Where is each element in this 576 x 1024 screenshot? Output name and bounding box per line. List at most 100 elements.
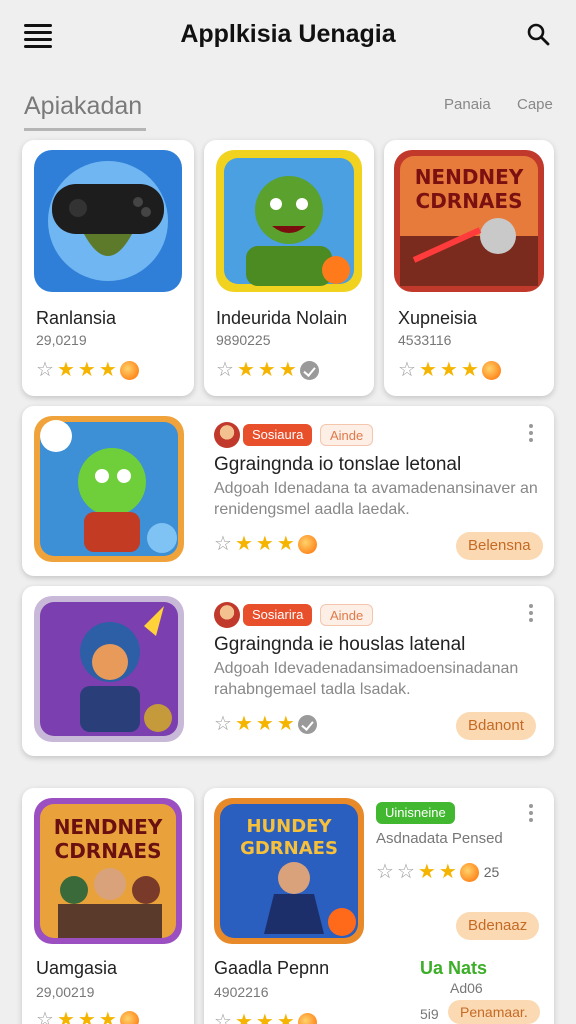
category-chip[interactable]: Sosiaura [243, 424, 313, 446]
star-icon: ★ [276, 533, 295, 555]
detail-number: 5i9 [420, 1006, 439, 1022]
game-count: 4533116 [398, 332, 452, 348]
star-icon: ★ [234, 713, 253, 735]
search-icon[interactable] [526, 22, 552, 48]
game-card-gaadla[interactable]: HUNDEY GDRNAES Uinisneine Asdnadata Pens… [204, 788, 554, 1024]
star-icon: ★ [438, 861, 457, 883]
game-card-xupneisia[interactable]: NENDNEY CDRNAES Xupneisia 4533116 ☆ ★ ★ ★ [384, 140, 554, 396]
star-empty-icon: ☆ [214, 713, 232, 735]
tab-panaia[interactable]: Panaia [444, 96, 491, 113]
tag-chip[interactable]: Ainde [320, 604, 374, 626]
tab-cape[interactable]: Cape [517, 96, 553, 113]
feature-description-line: Adgoah Idevadenadansimadoensinadanan [214, 660, 519, 677]
star-icon: ★ [276, 1011, 295, 1024]
game-thumbnail: HUNDEY GDRNAES [214, 798, 364, 944]
game-name: Xupneisia [398, 308, 478, 328]
fire-badge-icon [459, 862, 479, 882]
game-count: 29,00219 [36, 984, 95, 1000]
tag-chip[interactable]: Ainde [320, 424, 374, 446]
star-icon: ★ [56, 359, 75, 381]
thumbnail-title: NENDNEY [415, 165, 524, 189]
rating-stars: ☆ ★ ★ ★ [36, 360, 139, 380]
rating-stars: ☆ ★ ★ ★ [214, 534, 317, 554]
status-chip[interactable]: Uinisneine [376, 802, 455, 824]
fire-badge-icon [297, 1012, 317, 1024]
publisher-avatar [214, 602, 240, 628]
star-icon: ★ [255, 533, 274, 555]
game-card-ranlansia[interactable]: Ranlansia 29,0219 ☆ ★ ★ ★ [22, 140, 194, 396]
game-thumbnail [34, 416, 184, 562]
game-name: Ranlansia [36, 308, 117, 328]
game-card-indeurida[interactable]: Indeurida Nolain 9890225 ☆ ★ ★ ★ [204, 140, 374, 396]
star-empty-icon: ☆ [214, 1011, 232, 1024]
more-options-icon[interactable] [526, 424, 536, 446]
game-count: 9890225 [216, 332, 271, 348]
star-empty-icon: ☆ [398, 359, 416, 381]
thumbnail-title: GDRNAES [240, 838, 338, 859]
star-icon: ★ [257, 359, 276, 381]
fire-badge-icon [481, 360, 501, 380]
more-options-icon[interactable] [526, 604, 536, 626]
thumbnail-title: NENDNEY [54, 815, 163, 839]
feature-action-button[interactable]: Bdanont [456, 712, 536, 740]
game-count: 29,0219 [36, 332, 87, 348]
rating-stars: ☆ ★ ★ ★ [398, 360, 501, 380]
card-action-button[interactable]: Bdenaaz [456, 912, 540, 940]
feature-description-line: Adgoah Idenadana ta avamadenansinaver an [214, 480, 538, 497]
tab-bar: Apiakadan Panaia Cape [0, 86, 576, 134]
feature-card[interactable]: Sosiarira Ainde Ggraingnda ie houslas la… [22, 586, 554, 756]
fire-badge-icon [119, 1010, 139, 1024]
card-subtitle: Asdnadata Pensed [376, 830, 503, 847]
rating-stars: ☆ ★ ★ ★ [214, 714, 317, 734]
star-icon: ★ [234, 533, 253, 555]
game-name: Uamgasia [36, 958, 118, 978]
page-title: Applkisia Uenagia [180, 20, 396, 48]
star-icon: ★ [77, 359, 96, 381]
star-icon: ★ [234, 1011, 253, 1024]
game-thumbnail: NENDNEY CDRNAES [394, 150, 544, 292]
feature-action-button[interactable]: Belensna [456, 532, 543, 560]
game-thumbnail [216, 150, 362, 292]
verified-check-icon [299, 360, 319, 380]
star-empty-icon: ☆ [214, 533, 232, 555]
star-icon: ★ [56, 1009, 75, 1024]
game-card-uamgasia[interactable]: NENDNEY CDRNAES Uamgasia 29,00219 ☆ ★ ★ ★ [22, 788, 194, 1024]
star-icon: ★ [439, 359, 458, 381]
game-thumbnail [34, 150, 182, 292]
game-thumbnail: NENDNEY CDRNAES [34, 798, 182, 944]
star-empty-icon: ☆ [36, 1009, 54, 1024]
publisher-avatar [214, 422, 240, 448]
tab-apiakadan[interactable]: Apiakadan [24, 92, 142, 121]
star-empty-icon: ☆ [36, 359, 54, 381]
star-icon: ★ [236, 359, 255, 381]
star-empty-icon: ☆ [216, 359, 234, 381]
feature-description-line: renidengsmel aadla laedak. [214, 501, 410, 518]
game-count: 4902216 [214, 984, 269, 1000]
rating-stars: ☆ ☆ ★ ★ 25 [376, 862, 499, 882]
rating-stars: ☆ ★ ★ ★ [214, 1012, 317, 1024]
star-icon: ★ [276, 713, 295, 735]
app-header: Applkisia Uenagia [0, 0, 576, 72]
fire-badge-icon [119, 360, 139, 380]
verified-check-icon [297, 714, 317, 734]
category-chip[interactable]: Sosiarira [243, 604, 313, 626]
thumbnail-title: CDRNAES [55, 839, 162, 863]
game-name: Indeurida Nolain [216, 308, 348, 328]
active-tab-indicator [24, 128, 146, 131]
thumbnail-title: CDRNAES [416, 189, 523, 213]
feature-card[interactable]: Sosiaura Ainde Ggraingnda io tonslae let… [22, 406, 554, 576]
secondary-action-button[interactable]: Penamaar. [448, 1000, 540, 1024]
feature-description-line: rahabngemael tadla lsadak. [214, 681, 411, 698]
game-name: Gaadla Pepnn [214, 958, 330, 978]
star-icon: ★ [77, 1009, 96, 1024]
feature-headline: Ggraingnda ie houslas latenal [214, 634, 466, 655]
star-icon: ★ [98, 1009, 117, 1024]
rating-stars: ☆ ★ ★ ★ [216, 360, 319, 380]
highlight-label: Ua Nats [420, 958, 488, 978]
star-empty-icon: ☆ [396, 861, 415, 883]
star-empty-icon: ☆ [376, 861, 394, 883]
star-icon: ★ [417, 861, 436, 883]
star-icon: ★ [278, 359, 297, 381]
more-options-icon[interactable] [526, 804, 536, 826]
star-icon: ★ [460, 359, 479, 381]
